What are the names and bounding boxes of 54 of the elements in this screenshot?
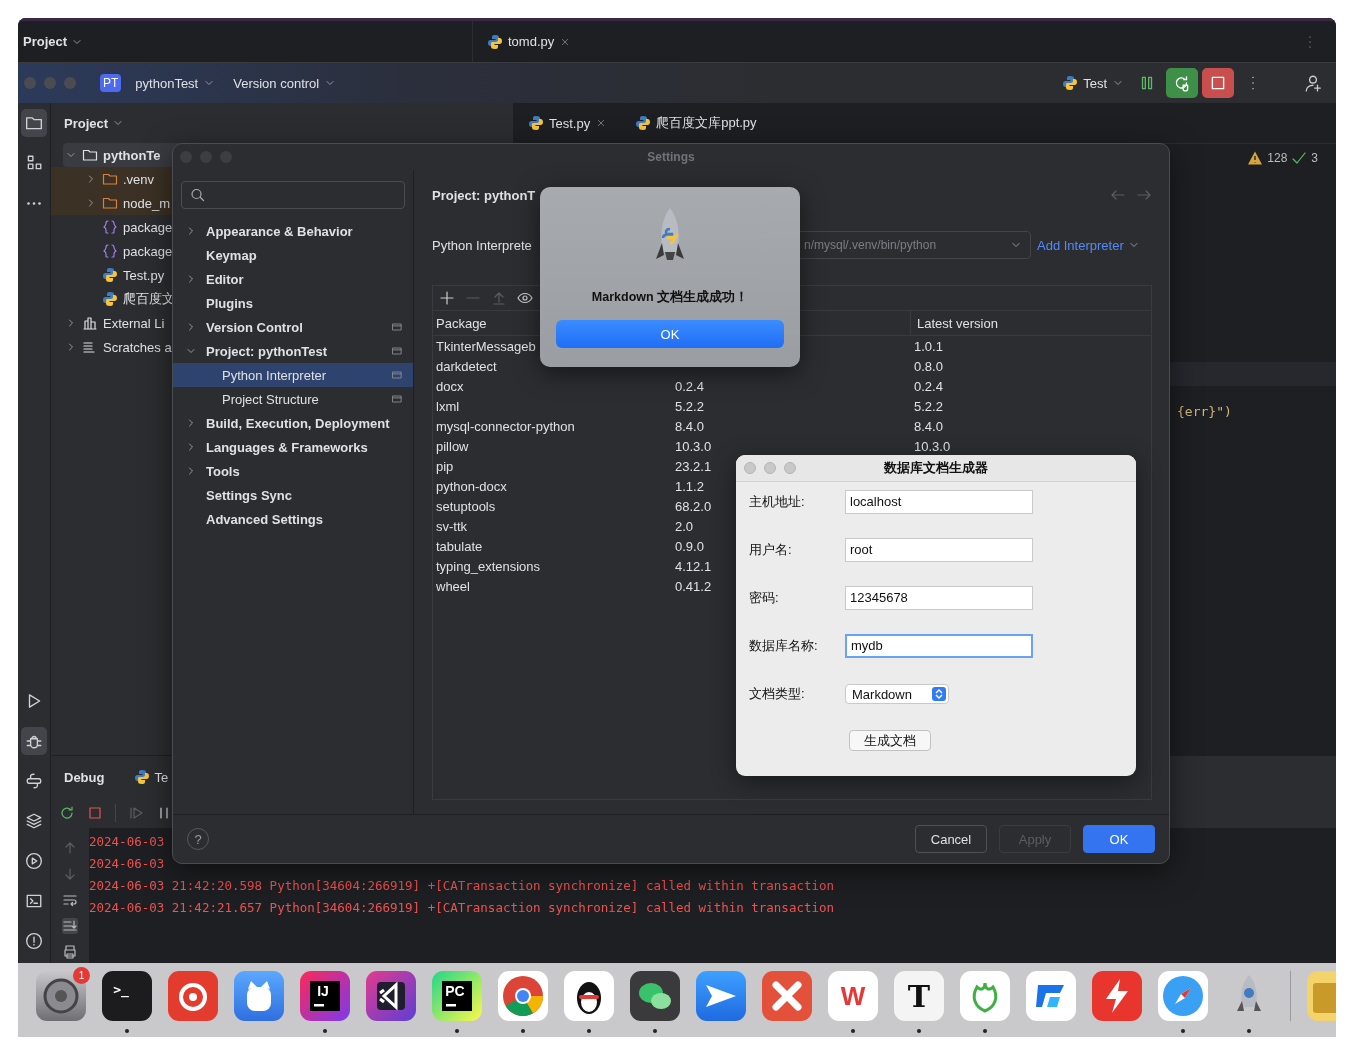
- project-badge: PT: [100, 74, 122, 92]
- table-cell-text: TkinterMessageb: [435, 338, 537, 354]
- table-cell: 0.8.0: [914, 358, 943, 374]
- field-label: 主机地址:: [749, 493, 806, 511]
- table-cell: 8.4.0: [914, 418, 943, 434]
- table-cell-text: mysql-connector-python: [435, 418, 576, 434]
- table-cell-text: lxml: [435, 398, 461, 414]
- breadcrumb: Project: pythonT: [432, 187, 536, 203]
- field-label: 用户名:: [749, 541, 793, 559]
- table-cell: 23.2.1: [675, 458, 712, 474]
- table-cell-text: typing_extensions: [435, 558, 542, 574]
- field-label: Python Interprete: [432, 237, 533, 253]
- notification-badge: 1: [73, 967, 90, 984]
- table-cell: 0.2.4: [914, 378, 943, 394]
- column-header: Latest version: [916, 315, 998, 331]
- table-cell-text: setuptools: [435, 498, 497, 514]
- column-header: Package: [435, 315, 488, 331]
- field-label: 数据库名称:: [749, 637, 819, 655]
- table-cell: 0.41.2: [675, 578, 712, 594]
- table-cell: 4.12.1: [675, 558, 712, 574]
- table-cell: 5.2.2: [675, 398, 704, 414]
- log-line: 2024-06-03 21:42:21.657 Python[34604:266919] +[CATransaction synchronize] called within transaction: [89, 899, 835, 917]
- table-cell: 0.2.4: [675, 378, 704, 394]
- window-title: 数据库文档生成器: [884, 459, 988, 477]
- table-cell: 5.2.2: [914, 398, 943, 414]
- table-cell: 0.9.0: [675, 538, 704, 554]
- table-cell-text: tabulate: [435, 538, 484, 554]
- table-cell: 10.3.0: [914, 438, 951, 454]
- table-cell-text: sv-ttk: [435, 518, 469, 534]
- table-cell: 2.0: [675, 518, 694, 534]
- table-cell: 1.1.2: [675, 478, 704, 494]
- table-cell-text: darkdetect: [435, 358, 498, 374]
- log-line: 2024-06-03 21:42:20.598 Python[34604:266919] +[CATransaction synchronize] called within transaction: [89, 877, 835, 895]
- check-count: 3: [1311, 151, 1318, 165]
- log-line: 2024-06-03: [89, 855, 165, 873]
- table-cell-text: docx: [435, 378, 465, 394]
- table-cell-text: python-docx: [435, 478, 508, 494]
- table-cell: 10.3.0: [675, 438, 712, 454]
- table-cell: 8.4.0: [675, 418, 704, 434]
- table-cell-text: wheel: [435, 578, 471, 594]
- panel-title: Project: [23, 34, 68, 49]
- panel-title: Project: [64, 115, 109, 131]
- panel-title: Debug: [64, 769, 105, 785]
- warning-count: 128: [1267, 151, 1288, 165]
- field-label: 密码:: [749, 589, 780, 607]
- table-cell-text: pillow: [435, 438, 470, 454]
- table-cell: 68.2.0: [675, 498, 712, 514]
- table-cell-text: pip: [435, 458, 455, 474]
- log-line: 2024-06-03: [89, 833, 165, 851]
- table-cell: 1.0.1: [914, 338, 943, 354]
- field-label: 文档类型:: [749, 685, 806, 703]
- alert-message: Markdown 文档生成成功！: [591, 289, 749, 306]
- window-title: Settings: [647, 150, 695, 164]
- code-line: {err}"): [1177, 404, 1233, 419]
